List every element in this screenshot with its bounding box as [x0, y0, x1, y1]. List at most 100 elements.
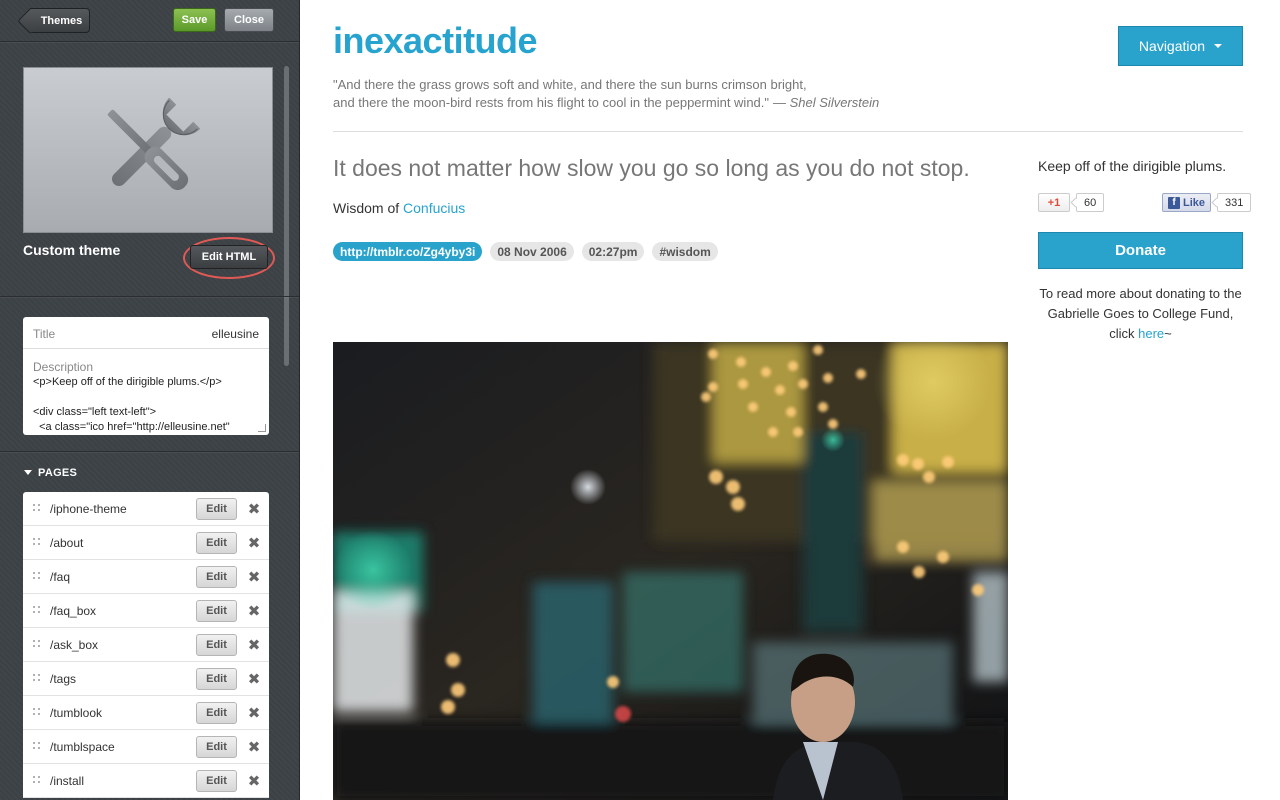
close-button[interactable]: Close — [224, 8, 274, 32]
navigation-dropdown[interactable]: Navigation — [1118, 26, 1243, 66]
google-plus-icon: +1 — [1047, 196, 1061, 209]
donate-link[interactable]: here — [1138, 326, 1164, 341]
page-path: /iphone-theme — [50, 502, 127, 516]
page-row[interactable]: /tumblspace Edit ✖ — [23, 730, 269, 764]
pages-header-label: PAGES — [38, 467, 78, 479]
drag-handle-icon[interactable] — [33, 572, 41, 582]
source-link[interactable]: Confucius — [403, 200, 465, 216]
blog-preview: inexactitude "And there the grass grows … — [300, 0, 1280, 800]
google-plus-widget[interactable]: +1 60 — [1038, 193, 1105, 212]
edit-html-button[interactable]: Edit HTML — [190, 245, 268, 269]
google-plus-button[interactable]: +1 — [1038, 193, 1070, 212]
post-meta-tags: http://tmblr.co/Zg4yby3i 08 Nov 2006 02:27… — [333, 242, 718, 261]
textarea-resize-handle[interactable] — [258, 424, 266, 432]
blog-quote: "And there the grass grows soft and whit… — [333, 76, 879, 112]
page-edit-button[interactable]: Edit — [196, 668, 237, 690]
delete-icon[interactable]: ✖ — [246, 569, 262, 585]
page-edit-button[interactable]: Edit — [196, 566, 237, 588]
page-path: /ask_box — [50, 638, 99, 652]
page-edit-button[interactable]: Edit — [196, 770, 237, 792]
post-meta-tag[interactable]: 02:27pm — [581, 242, 645, 261]
bokeh-city-photo — [333, 342, 1008, 800]
page-edit-button[interactable]: Edit — [196, 600, 237, 622]
facebook-like-label: Like — [1183, 196, 1206, 209]
drag-handle-icon[interactable] — [33, 674, 41, 684]
themes-back-button[interactable]: Themes — [30, 8, 90, 33]
description-label: Description — [33, 360, 94, 374]
sidebar-scrollbar[interactable] — [284, 66, 289, 366]
page-row[interactable]: /ask_box Edit ✖ — [23, 628, 269, 662]
page-path: /tumblook — [50, 706, 103, 720]
drag-handle-icon[interactable] — [33, 776, 41, 786]
drag-handle-icon[interactable] — [33, 742, 41, 752]
title-label: Title — [33, 327, 56, 341]
drag-handle-icon[interactable] — [33, 708, 41, 718]
facebook-like-count: 331 — [1217, 193, 1252, 212]
delete-icon[interactable]: ✖ — [246, 739, 262, 755]
caret-down-icon — [1214, 44, 1223, 48]
page-path: /faq — [50, 570, 71, 584]
facebook-like-widget[interactable]: f Like 331 — [1162, 193, 1252, 212]
page-row[interactable]: /iphone-theme Edit ✖ — [23, 492, 269, 526]
title-field[interactable]: Title elleusine — [23, 317, 269, 349]
description-textarea[interactable]: <p>Keep off of the dirigible plums.</p> … — [33, 375, 261, 435]
delete-icon[interactable]: ✖ — [246, 637, 262, 653]
delete-icon[interactable]: ✖ — [246, 705, 262, 721]
donate-button[interactable]: Donate — [1038, 232, 1243, 269]
source-prefix: Wisdom of — [333, 200, 404, 216]
page-row[interactable]: /install Edit ✖ — [23, 764, 269, 798]
page-row[interactable]: /about Edit ✖ — [23, 526, 269, 560]
google-plus-count: 60 — [1076, 193, 1105, 212]
theme-thumbnail — [23, 67, 273, 233]
page-path: /about — [50, 536, 84, 550]
page-row[interactable]: /tumblook Edit ✖ — [23, 696, 269, 730]
page-edit-button[interactable]: Edit — [196, 702, 237, 724]
drag-handle-icon[interactable] — [33, 538, 41, 548]
drag-handle-icon[interactable] — [33, 504, 41, 514]
navigation-label: Navigation — [1138, 38, 1206, 54]
facebook-like-button[interactable]: f Like — [1162, 193, 1212, 212]
page-row[interactable]: /faq Edit ✖ — [23, 560, 269, 594]
page-edit-button[interactable]: Edit — [196, 736, 237, 758]
quote-author: — Shel Silverstein — [773, 95, 880, 110]
header-divider — [333, 131, 1243, 132]
pages-list: /iphone-theme Edit ✖/about Edit ✖/faq Edit ✖/f… — [23, 492, 269, 798]
blog-title[interactable]: inexactitude — [333, 20, 538, 62]
page-edit-button[interactable]: Edit — [196, 634, 237, 656]
tools-icon — [107, 97, 201, 191]
themes-back-label: Themes — [40, 14, 83, 27]
donate-text: To read more about donating to the Gabri… — [1038, 284, 1243, 344]
page-path: /faq_box — [50, 604, 97, 618]
save-button[interactable]: Save — [173, 8, 216, 32]
drag-handle-icon[interactable] — [33, 640, 41, 650]
delete-icon[interactable]: ✖ — [246, 773, 262, 789]
delete-icon[interactable]: ✖ — [246, 671, 262, 687]
page-row[interactable]: /faq_box Edit ✖ — [23, 594, 269, 628]
post-heading: It does not matter how slow you go so lo… — [333, 155, 970, 181]
pages-section-toggle[interactable]: PAGES — [24, 467, 77, 479]
triangle-down-icon — [24, 469, 32, 475]
sidebar-description: Keep off of the dirigible plums. — [1038, 158, 1227, 174]
post-short-url[interactable]: http://tmblr.co/Zg4yby3i — [333, 242, 483, 261]
page-edit-button[interactable]: Edit — [196, 532, 237, 554]
quote-line-2: and there the moon-bird rests from his f… — [333, 95, 770, 110]
post-source: Wisdom of Confucius — [333, 200, 465, 216]
post-meta-tag[interactable]: #wisdom — [652, 242, 718, 261]
post-meta-tag[interactable]: 08 Nov 2006 — [490, 242, 574, 261]
delete-icon[interactable]: ✖ — [246, 535, 262, 551]
quote-line-1: "And there the grass grows soft and whit… — [333, 77, 807, 92]
facebook-icon: f — [1168, 196, 1180, 209]
theme-name: Custom theme — [23, 242, 121, 258]
delete-icon[interactable]: ✖ — [246, 501, 262, 517]
sidebar-divider — [0, 451, 299, 452]
delete-icon[interactable]: ✖ — [246, 603, 262, 619]
blog-info-panel: Title elleusine Description <p>Keep off … — [23, 317, 269, 435]
post-photo[interactable] — [333, 342, 1008, 800]
page-path: /install — [50, 774, 85, 788]
title-input[interactable]: elleusine — [212, 327, 259, 341]
page-path: /tumblspace — [50, 740, 115, 754]
page-edit-button[interactable]: Edit — [196, 498, 237, 520]
drag-handle-icon[interactable] — [33, 606, 41, 616]
page-row[interactable]: /tags Edit ✖ — [23, 662, 269, 696]
sidebar-divider — [0, 296, 299, 297]
